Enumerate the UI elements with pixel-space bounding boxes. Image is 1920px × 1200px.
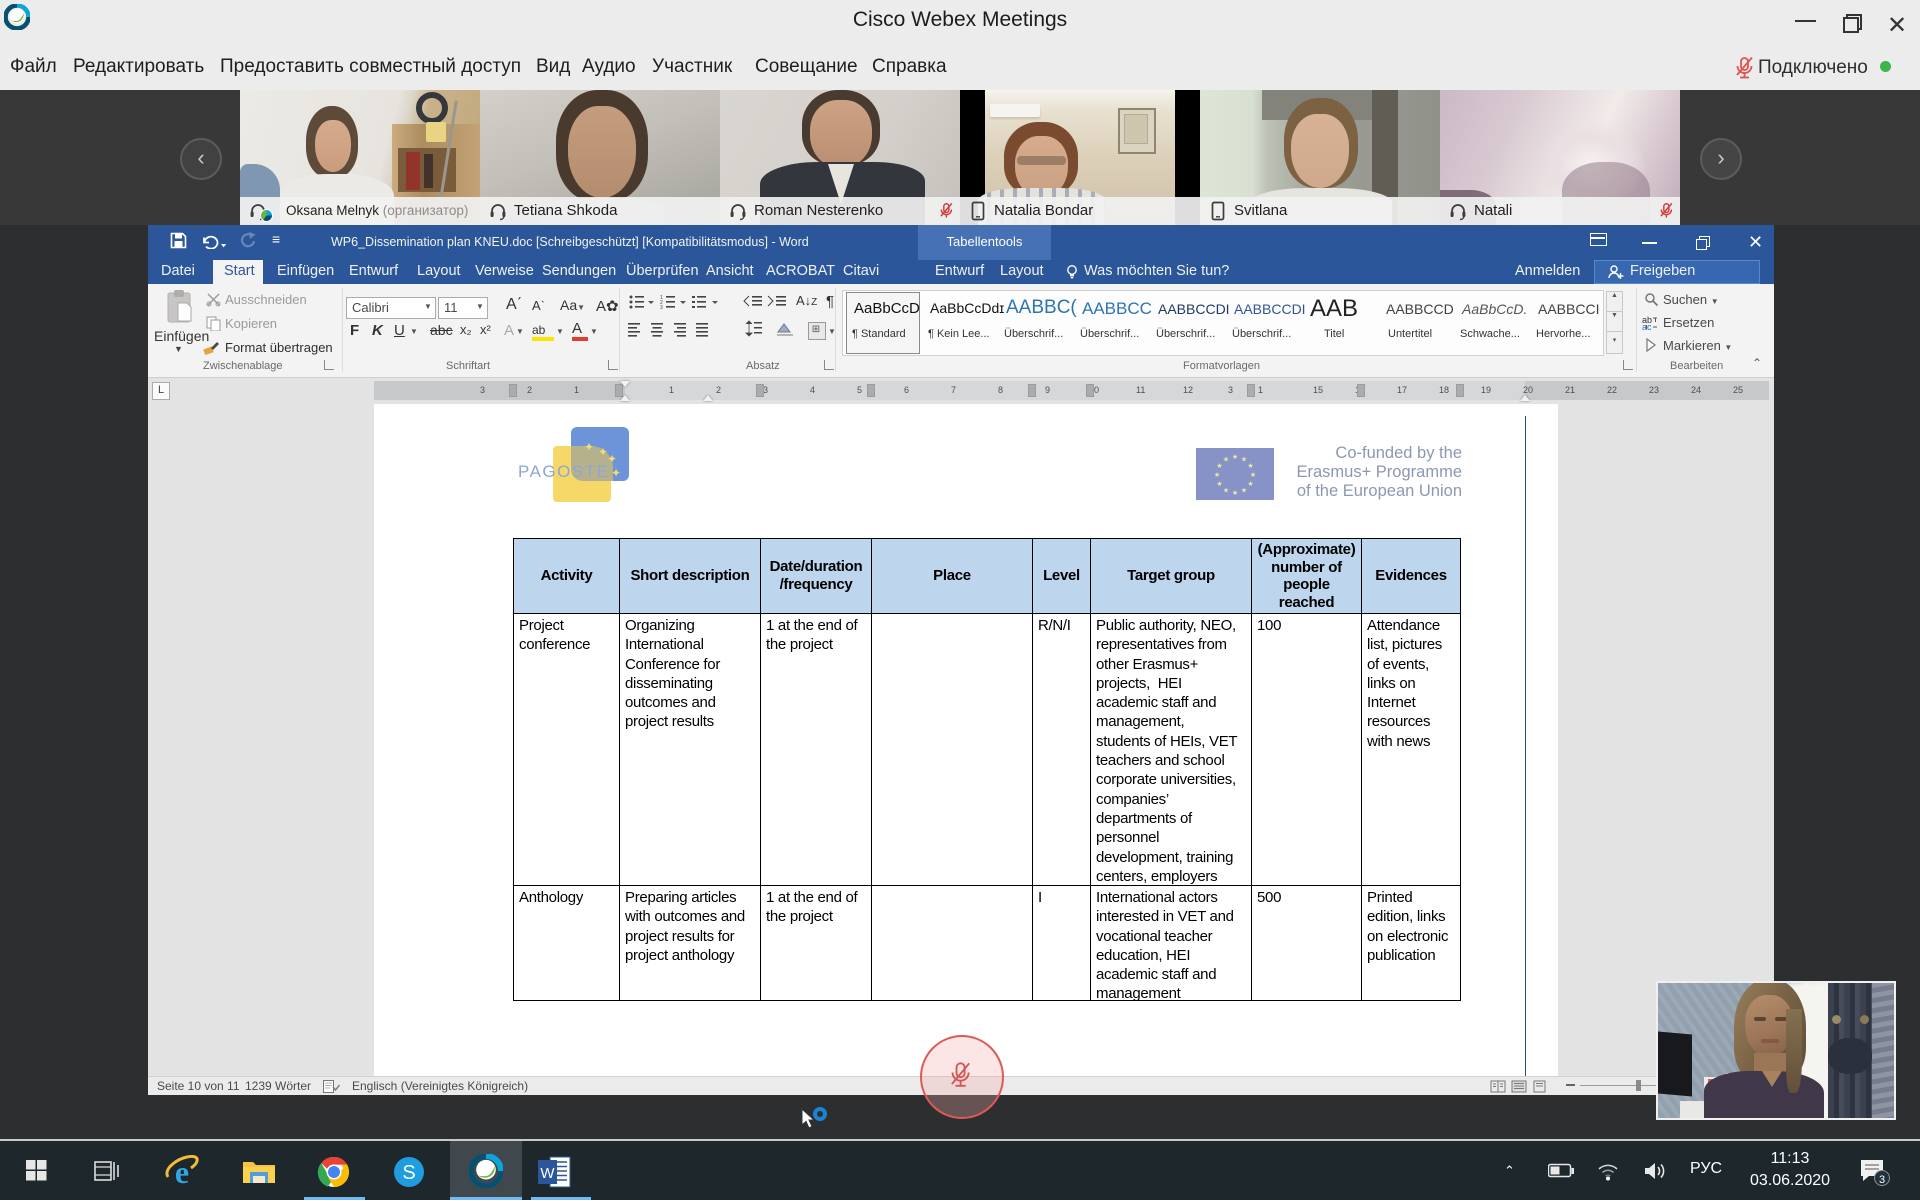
svg-text:3: 3 [1879, 1174, 1885, 1186]
svg-text:3: 3 [660, 305, 663, 310]
svg-text:W: W [540, 1165, 555, 1182]
svg-text:S: S [402, 1162, 415, 1184]
svg-text:ac: ac [1642, 322, 1652, 330]
